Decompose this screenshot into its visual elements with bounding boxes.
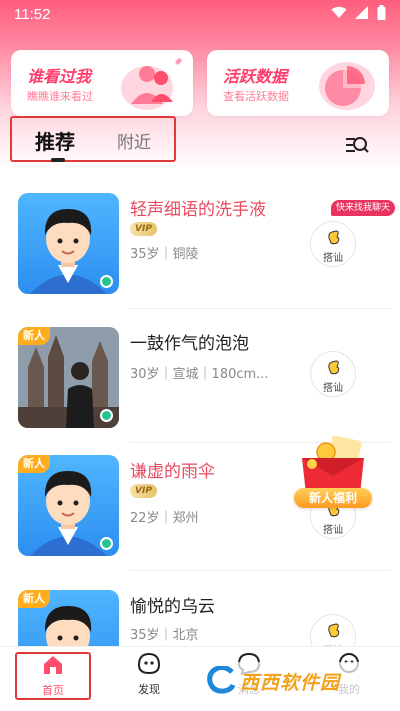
wifi-icon [331, 6, 347, 23]
newcomer-gift-label: 新人福利 [294, 488, 372, 508]
avatar[interactable]: 新人 [18, 327, 119, 428]
user-name: 谦虚的雨伞 [130, 462, 215, 482]
site-watermark: 西西软件园 [198, 662, 380, 698]
visitors-illustration-icon [117, 56, 185, 116]
pie-chart-icon [313, 56, 381, 116]
status-bar: 11:52 [0, 0, 400, 28]
greet-button[interactable]: 搭讪 [310, 351, 356, 397]
user-name: 愉悦的乌云 [130, 597, 215, 617]
greet-button[interactable]: 搭讪 [310, 221, 356, 267]
user-card[interactable]: 轻声细语的洗手液 VIP 35岁｜铜陵 搭讪 [0, 193, 400, 309]
signal-icon [355, 5, 369, 23]
tab-nearby[interactable]: 附近 [117, 128, 151, 153]
red-envelope-icon [302, 435, 364, 494]
avatar[interactable] [18, 193, 119, 294]
tab-recommend[interactable]: 推荐 [35, 126, 75, 162]
online-status-dot [100, 275, 113, 288]
nav-home-label: 首页 [42, 684, 64, 697]
hand-wave-icon [325, 358, 343, 380]
avatar[interactable]: 新人 [18, 455, 119, 556]
watermark-text: 西西软件园 [240, 672, 341, 694]
user-name: 一鼓作气的泡泡 [130, 334, 249, 354]
user-info: 35岁｜北京 [130, 628, 199, 643]
filter-search-icon[interactable] [344, 134, 370, 162]
home-icon [41, 656, 65, 680]
active-data-subtitle: 查看活跃数据 [223, 90, 289, 103]
row-divider [130, 308, 390, 309]
watermark-logo-icon [206, 665, 236, 698]
active-data-card[interactable]: 活跃数据 查看活跃数据 [207, 50, 389, 116]
hand-wave-icon [325, 621, 343, 643]
who-viewed-me-card[interactable]: 谁看过我 瞧瞧谁来看过 [11, 50, 193, 116]
vip-badge: VIP [130, 222, 157, 236]
vip-badge: VIP [130, 484, 157, 498]
hand-wave-icon [325, 228, 343, 250]
status-time: 11:52 [14, 5, 51, 23]
user-name: 轻声细语的洗手液 [130, 200, 266, 220]
greet-label: 搭讪 [323, 525, 343, 536]
newcomer-gift-button[interactable]: 新人福利 [290, 435, 376, 514]
nav-discover[interactable]: 发现 [114, 651, 184, 697]
tab-active-indicator [51, 158, 65, 162]
new-user-badge: 新人 [18, 327, 50, 345]
nav-home[interactable]: 首页 [15, 652, 91, 700]
battery-icon [377, 4, 386, 24]
greet-label: 搭讪 [323, 383, 343, 394]
user-card[interactable]: 新人 一鼓作气的泡泡 30岁｜宣城｜180cm... 搭讪 [0, 327, 400, 443]
nav-discover-label: 发现 [138, 683, 160, 696]
feed-tabs: 推荐 附近 [10, 116, 176, 162]
greet-label: 搭讪 [323, 253, 343, 264]
tab-recommend-label: 推荐 [35, 130, 75, 154]
user-info: 35岁｜铜陵 [130, 247, 199, 262]
active-data-title: 活跃数据 [223, 67, 288, 86]
online-status-dot [100, 409, 113, 422]
who-viewed-me-title: 谁看过我 [27, 67, 92, 86]
who-viewed-me-subtitle: 瞧瞧谁来看过 [27, 90, 93, 103]
row-divider [130, 570, 390, 571]
online-status-dot [100, 537, 113, 550]
discover-face-icon [136, 652, 162, 679]
user-info: 30岁｜宣城｜180cm... [130, 367, 269, 382]
new-user-badge: 新人 [18, 590, 50, 608]
new-user-badge: 新人 [18, 455, 50, 473]
user-info: 22岁｜郑州 [130, 511, 199, 526]
